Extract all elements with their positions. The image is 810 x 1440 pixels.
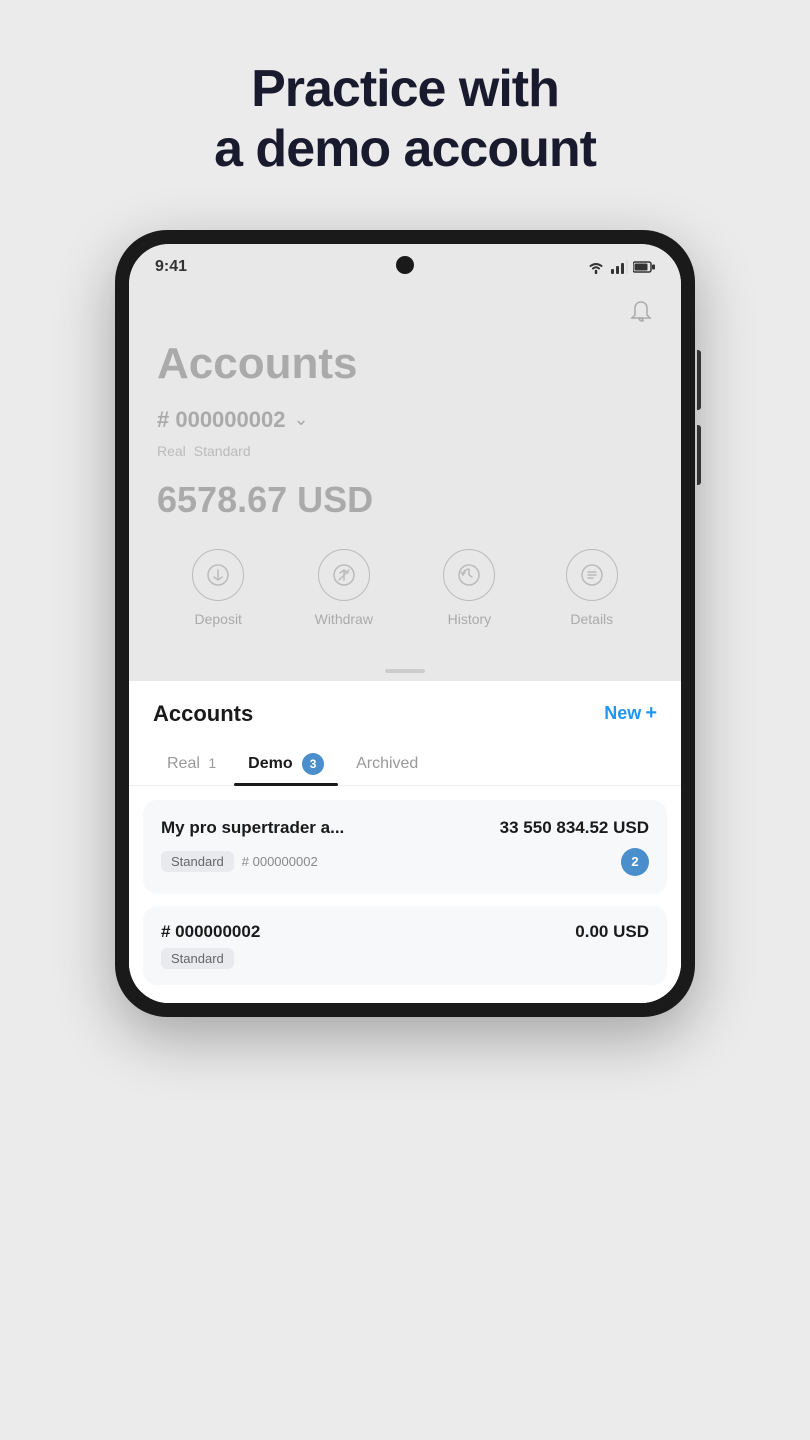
- side-button-mid: [697, 425, 701, 485]
- handle-bar: [385, 669, 425, 673]
- tab-real-label: Real: [167, 755, 200, 772]
- headline: Practice with a demo account: [214, 60, 596, 180]
- item-tag-standard: Standard: [161, 851, 234, 872]
- bottom-header: Accounts New +: [129, 681, 681, 743]
- account-item-balance: 33 550 834.52 USD: [500, 818, 649, 838]
- bottom-sheet: Accounts New + Real 1 Demo 3: [129, 681, 681, 1003]
- history-button[interactable]: History: [443, 549, 495, 627]
- bottom-sheet-title: Accounts: [153, 701, 253, 727]
- account-list: My pro supertrader a... 33 550 834.52 US…: [129, 786, 681, 1003]
- table-row[interactable]: My pro supertrader a... 33 550 834.52 US…: [143, 800, 667, 894]
- bell-icon[interactable]: [629, 300, 653, 333]
- item-tag-standard-2: Standard: [161, 948, 234, 969]
- battery-icon: [633, 261, 655, 273]
- tab-archived[interactable]: Archived: [342, 745, 432, 783]
- tabs-row: Real 1 Demo 3 Archived: [129, 743, 681, 786]
- details-button[interactable]: Details: [566, 549, 618, 627]
- tab-demo-label: Demo: [248, 755, 292, 772]
- status-icons: [587, 260, 655, 274]
- withdraw-icon: [318, 549, 370, 601]
- drag-handle: [129, 659, 681, 681]
- deposit-icon: [192, 549, 244, 601]
- account-balance: 6578.67 USD: [157, 479, 653, 521]
- account-item-tags: Standard # 000000002: [161, 851, 318, 872]
- account-item-balance-plain: 0.00 USD: [575, 922, 649, 942]
- wifi-icon: [587, 260, 605, 274]
- status-bar: 9:41: [129, 244, 681, 284]
- phone-frame: 9:41: [115, 230, 695, 1017]
- account-item-row1: # 000000002 0.00 USD: [161, 922, 649, 942]
- headline-line1: Practice with: [251, 60, 559, 118]
- accounts-card-title: Accounts: [157, 339, 653, 389]
- tab-demo-badge: 3: [302, 753, 324, 775]
- chevron-down-icon[interactable]: ⌄: [293, 409, 308, 430]
- tab-archived-label: Archived: [356, 755, 418, 772]
- account-item-row2: Standard # 000000002 2: [161, 848, 649, 876]
- account-item-row2: Standard: [161, 948, 649, 969]
- headline-line2: a demo account: [214, 120, 596, 178]
- tag-standard: Standard: [194, 443, 251, 459]
- withdraw-button[interactable]: Withdraw: [315, 549, 373, 627]
- action-buttons: Deposit Withdraw: [157, 549, 653, 627]
- new-button[interactable]: New +: [604, 702, 657, 725]
- side-button-top: [697, 350, 701, 410]
- account-item-tags: Standard: [161, 948, 234, 969]
- tag-real: Real: [157, 443, 186, 459]
- deposit-label: Deposit: [194, 611, 241, 627]
- tab-demo[interactable]: Demo 3: [234, 743, 338, 785]
- history-label: History: [448, 611, 492, 627]
- new-button-label: New: [604, 703, 641, 724]
- withdraw-label: Withdraw: [315, 611, 373, 627]
- signal-icon: [610, 260, 628, 274]
- account-number: # 000000002: [157, 407, 285, 433]
- tab-real-count: 1: [208, 755, 216, 771]
- account-item-name: My pro supertrader a...: [161, 818, 344, 838]
- camera-notch: [396, 256, 414, 274]
- history-icon: [443, 549, 495, 601]
- account-item-number-plain: # 000000002: [161, 922, 260, 942]
- deposit-button[interactable]: Deposit: [192, 549, 244, 627]
- details-label: Details: [570, 611, 613, 627]
- account-number-row: # 000000002 ⌄: [157, 407, 653, 433]
- details-icon: [566, 549, 618, 601]
- page-container: Practice with a demo account 9:41: [0, 0, 810, 1440]
- notification-badge: 2: [621, 848, 649, 876]
- new-plus-icon: +: [645, 702, 657, 725]
- tab-real[interactable]: Real 1: [153, 745, 230, 783]
- notification-bell-area: [157, 300, 653, 333]
- table-row[interactable]: # 000000002 0.00 USD Standard: [143, 906, 667, 985]
- account-item-row1: My pro supertrader a... 33 550 834.52 US…: [161, 818, 649, 838]
- item-number: # 000000002: [242, 854, 318, 869]
- phone-screen: 9:41: [129, 244, 681, 1003]
- status-time: 9:41: [155, 258, 187, 276]
- account-tags: Real Standard: [157, 443, 653, 459]
- accounts-card: Accounts # 000000002 ⌄ Real Standard 657…: [129, 284, 681, 659]
